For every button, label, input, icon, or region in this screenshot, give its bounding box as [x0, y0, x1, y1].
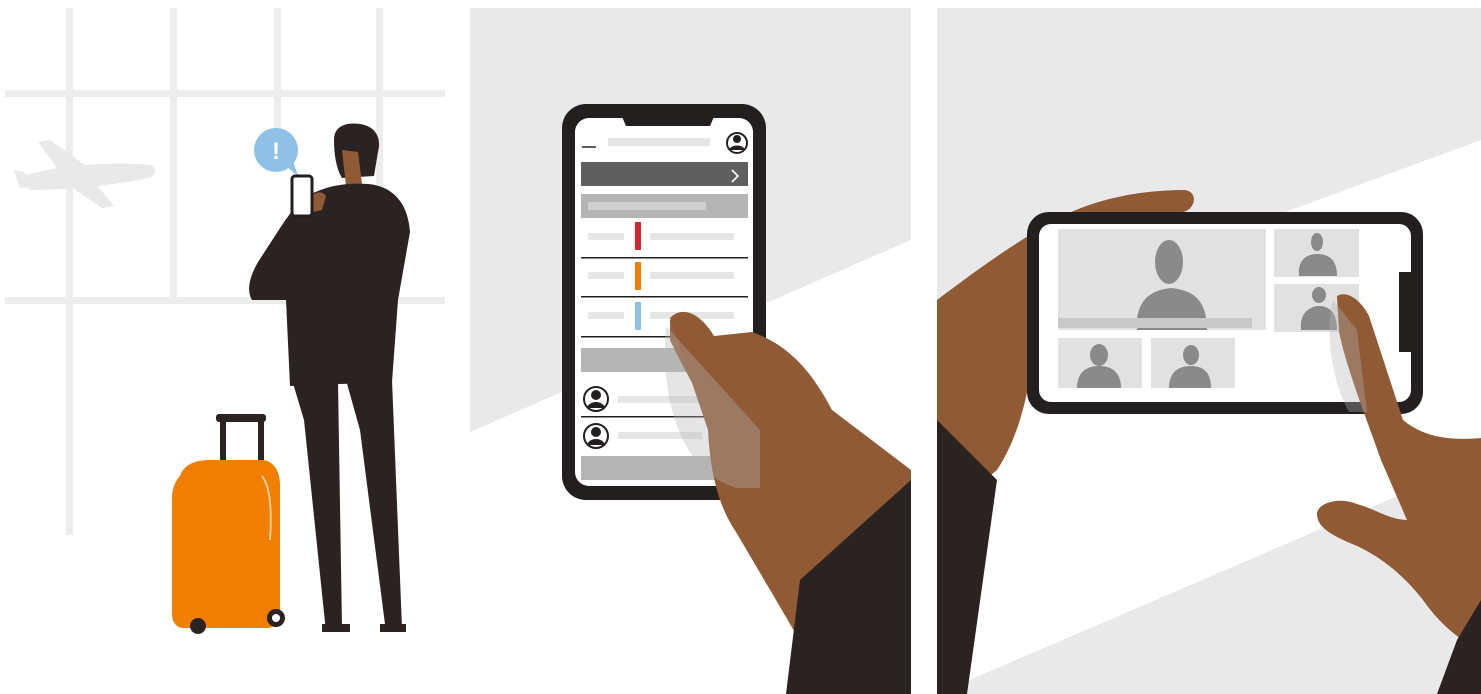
video-tile[interactable] — [1274, 229, 1359, 277]
smartphone-icon — [290, 174, 314, 218]
traveler-illustration: ! — [5, 8, 445, 634]
video-tile-main[interactable] — [1058, 229, 1266, 330]
video-tile[interactable] — [1151, 338, 1235, 388]
video-call-scene — [937, 0, 1481, 694]
status-indicator-red — [635, 222, 641, 250]
suitcase-icon — [172, 414, 285, 634]
phone-app-scene — [470, 0, 911, 694]
traveler-scene: ! — [0, 0, 460, 694]
header-title-placeholder — [608, 138, 710, 146]
status-indicator-blue — [635, 302, 641, 330]
notification-bubble-icon: ! — [254, 128, 298, 176]
status-indicator-orange — [635, 262, 641, 290]
video-call-illustration — [937, 8, 1481, 694]
user-avatar-icon[interactable] — [726, 132, 748, 154]
primary-banner[interactable] — [581, 162, 748, 186]
airplane-icon — [14, 140, 156, 208]
notification-symbol: ! — [272, 138, 280, 165]
video-tile[interactable] — [1058, 338, 1142, 388]
phone-app-illustration — [470, 8, 911, 694]
menu-icon[interactable] — [582, 146, 596, 148]
